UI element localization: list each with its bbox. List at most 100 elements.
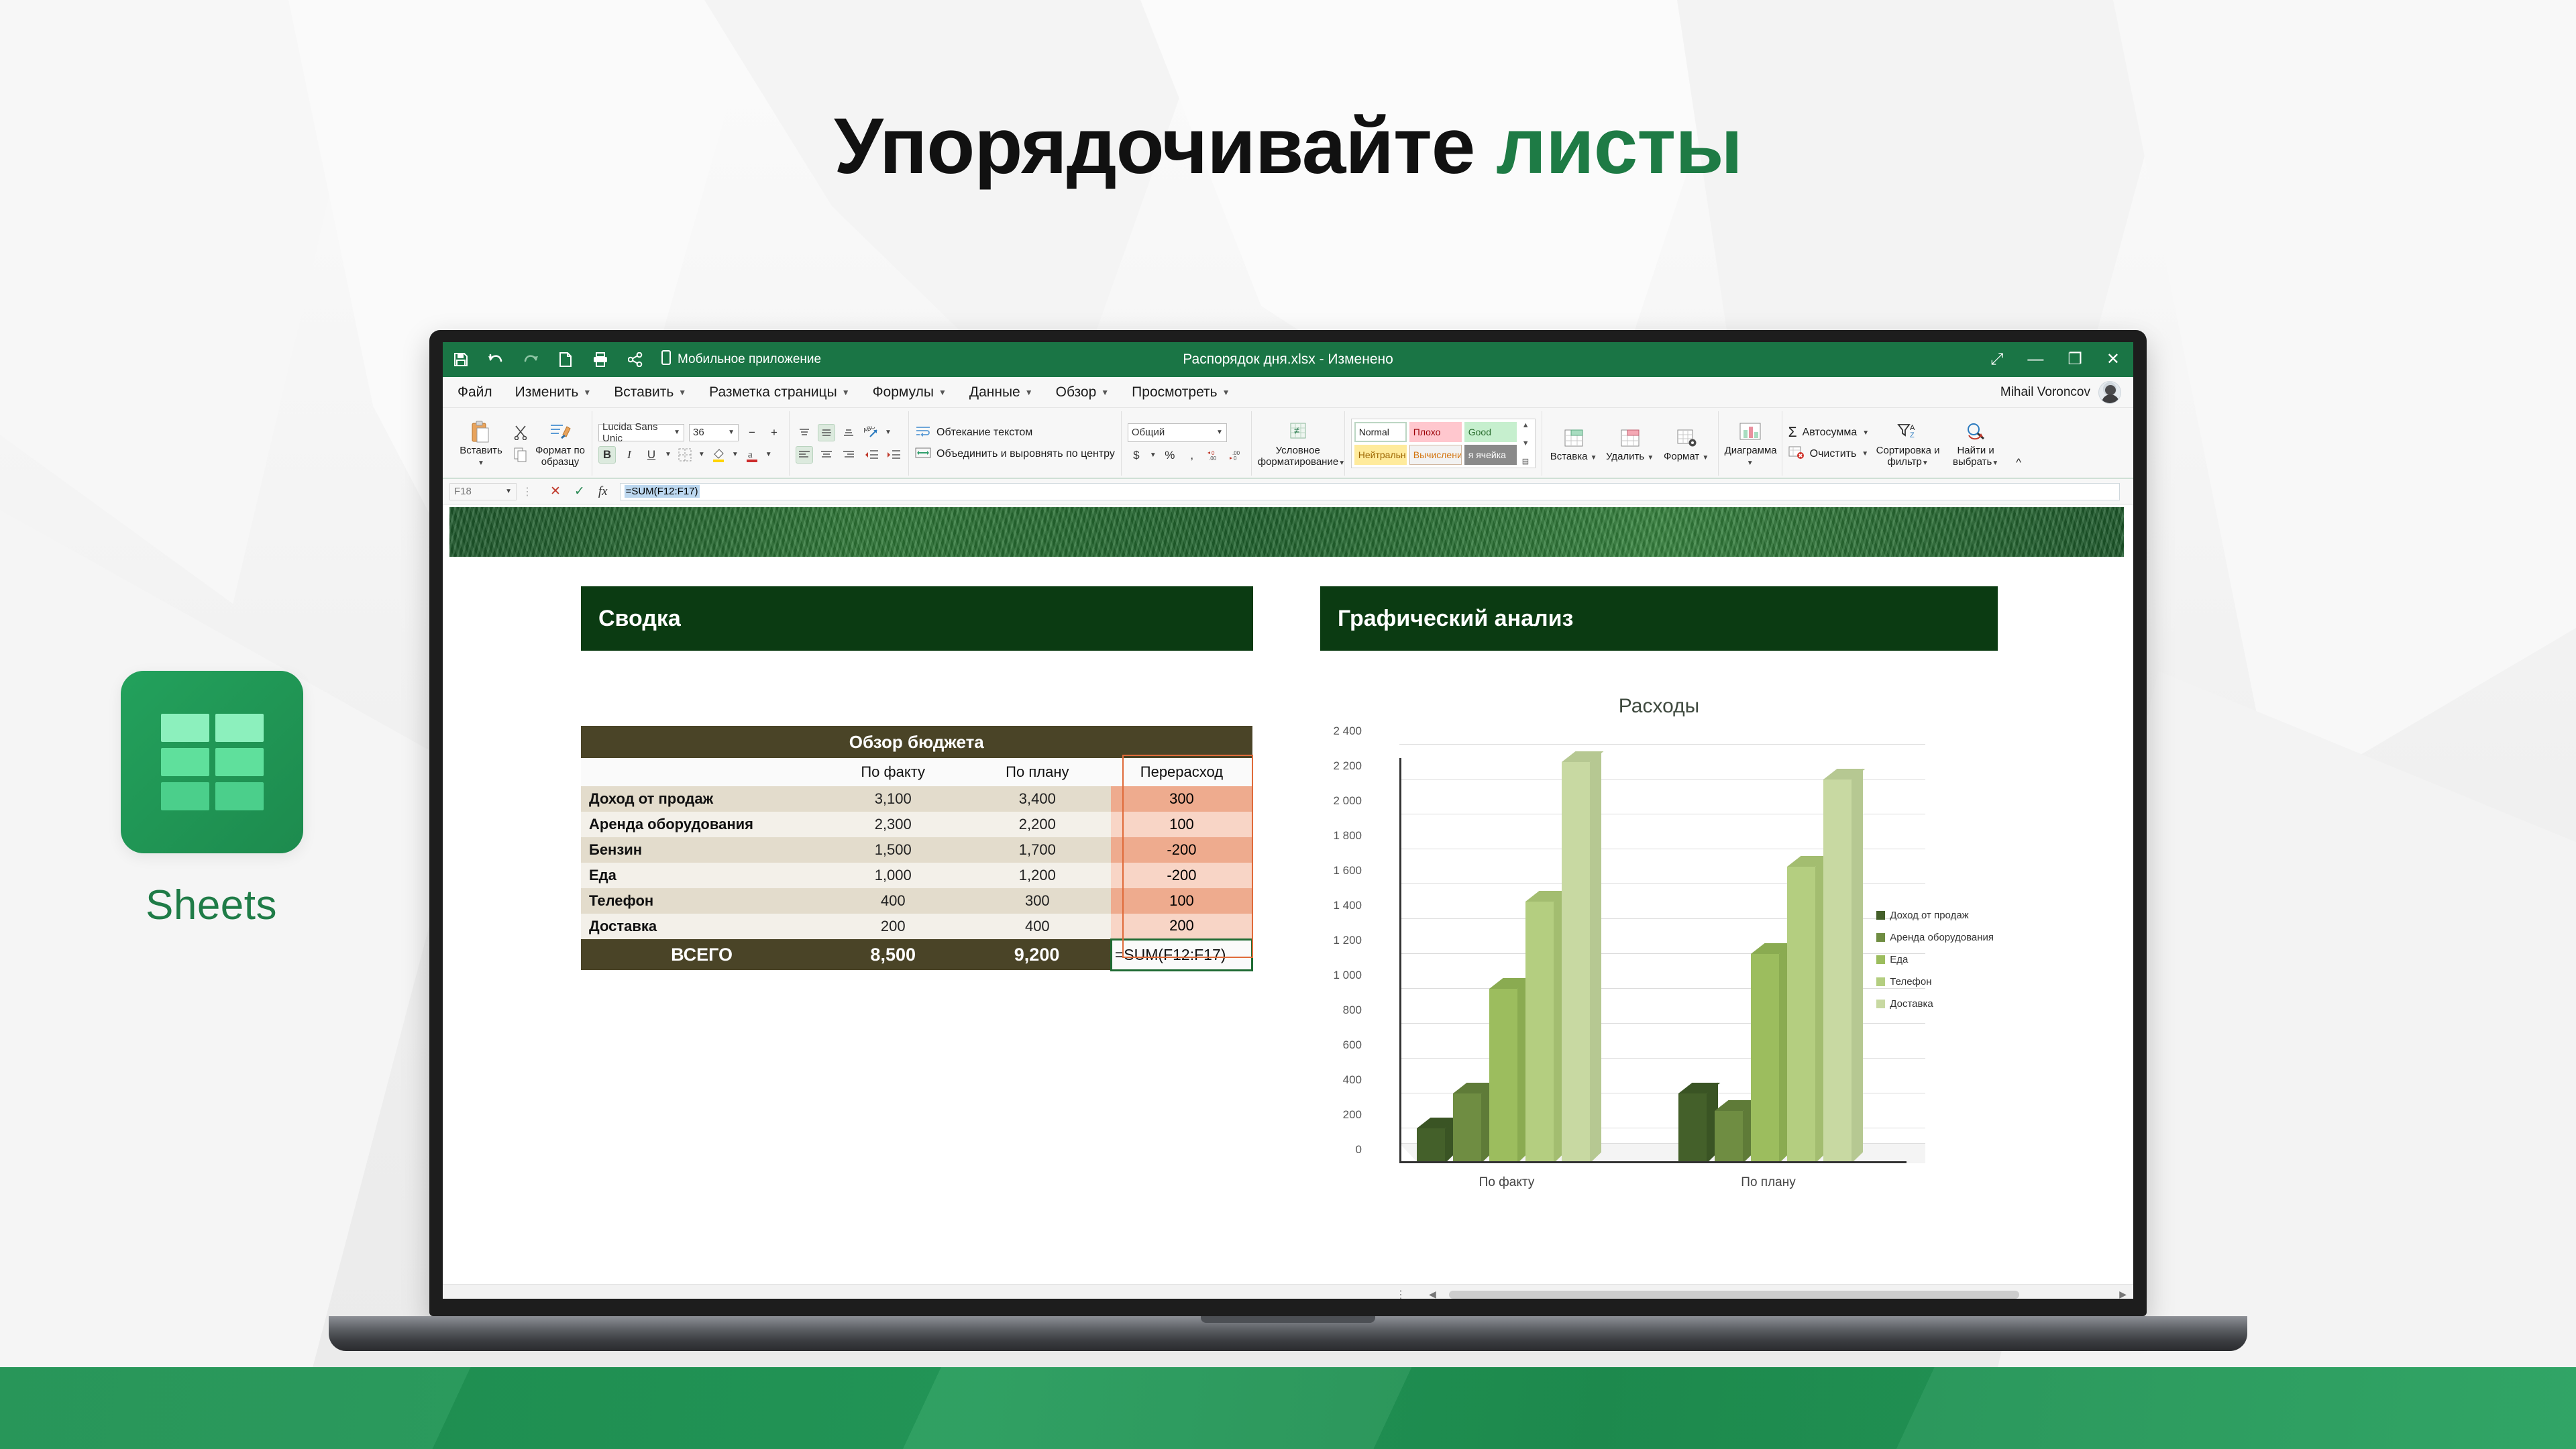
table-total-row[interactable]: ВСЕГО 8,500 9,200 =SUM(F12:F17) xyxy=(581,938,1254,971)
chevron-down-icon[interactable]: ▼ xyxy=(665,451,672,458)
chevron-down-icon[interactable]: ▼ xyxy=(732,451,739,458)
align-middle-icon[interactable] xyxy=(818,423,835,441)
menu-item-formulas[interactable]: Формулы ▼ xyxy=(873,384,947,400)
print-icon[interactable] xyxy=(592,351,609,368)
align-bottom-icon[interactable] xyxy=(840,424,857,441)
menu-item-data[interactable]: Данные ▼ xyxy=(969,384,1033,400)
font-color-icon[interactable]: a xyxy=(743,446,761,464)
menu-item-view[interactable]: Просмотреть ▼ xyxy=(1132,384,1230,400)
close-button[interactable]: ✕ xyxy=(2106,352,2120,368)
worksheet-area[interactable]: Сводка Графический анализ Обзор бюджета … xyxy=(443,504,2133,1284)
format-cells-button[interactable]: Формат ▼ xyxy=(1661,425,1712,463)
conditional-formatting-button[interactable]: ≠ Условное форматирование▼ xyxy=(1258,419,1345,468)
share-icon[interactable] xyxy=(627,351,644,368)
increase-font-size-button[interactable]: + xyxy=(765,424,783,441)
sort-filter-button[interactable]: AZ Сортировка и фильтр▼ xyxy=(1874,419,1941,468)
increase-indent-icon[interactable] xyxy=(885,446,902,464)
cancel-icon[interactable]: ✕ xyxy=(550,484,561,499)
wrap-text-button[interactable]: Обтекание текстом xyxy=(915,425,1115,441)
fill-color-icon[interactable] xyxy=(710,446,727,464)
italic-button[interactable]: I xyxy=(621,446,638,464)
split-handle[interactable]: ⋮ xyxy=(1395,1288,1407,1299)
cell-style-neutral[interactable]: Нейтрально xyxy=(1354,445,1407,465)
cell-style-bad[interactable]: Плохо xyxy=(1409,422,1462,442)
copy-icon[interactable] xyxy=(512,446,529,464)
fullscreen-button[interactable]: ⤢ xyxy=(1990,352,2003,368)
account-area[interactable]: Mihail Voroncov xyxy=(2000,380,2133,404)
chevron-down-icon[interactable]: ▼ xyxy=(698,451,705,458)
align-left-icon[interactable] xyxy=(796,445,813,464)
currency-format-button[interactable]: $ xyxy=(1128,447,1145,464)
align-right-icon[interactable] xyxy=(840,446,857,464)
mobile-app-button[interactable]: Мобильное приложение xyxy=(661,350,821,369)
collapse-ribbon-icon[interactable]: ^ xyxy=(2010,454,2027,472)
delete-cells-button[interactable]: Удалить ▼ xyxy=(1605,425,1656,463)
merge-center-button[interactable]: Объединить и выровнять по центру xyxy=(915,446,1115,463)
horizontal-scrollbar[interactable] xyxy=(1449,1290,2019,1299)
paste-button[interactable]: Вставить ▼ xyxy=(455,419,506,468)
fx-icon[interactable]: fx xyxy=(598,484,608,499)
chevron-down-icon[interactable]: ▼ xyxy=(1150,451,1157,459)
undo-icon[interactable] xyxy=(487,351,504,368)
format-painter-button[interactable]: Формат по образцу xyxy=(535,419,586,468)
table-row[interactable]: Доставка 200 400 200 xyxy=(581,914,1252,939)
table-row[interactable]: Доход от продаж 3,100 3,400 300 xyxy=(581,786,1252,812)
decrease-indent-icon[interactable] xyxy=(863,446,880,464)
horizontal-scroll-row[interactable]: ⋮ ◀ ▶ xyxy=(443,1284,2133,1299)
formula-bar-grip[interactable]: ⋮ xyxy=(517,485,538,498)
save-icon[interactable] xyxy=(452,351,470,368)
table-row[interactable]: Аренда оборудования 2,300 2,200 100 xyxy=(581,812,1252,837)
align-center-icon[interactable] xyxy=(818,446,835,464)
cell-style-check-cell[interactable]: я ячейка xyxy=(1464,445,1517,465)
chevron-down-icon[interactable]: ▼ xyxy=(765,451,772,458)
decrease-font-size-button[interactable]: − xyxy=(743,424,761,441)
cell-style-good[interactable]: Good xyxy=(1464,422,1517,442)
budget-table[interactable]: Обзор бюджета По факту По плану Перерасх… xyxy=(581,726,1254,971)
insert-cells-button[interactable]: Вставка ▼ xyxy=(1548,425,1599,463)
table-row[interactable]: Бензин 1,500 1,700 -200 xyxy=(581,837,1252,863)
increase-decimal-button[interactable]: .00 0 xyxy=(1228,447,1245,464)
avatar[interactable] xyxy=(2098,380,2121,404)
minimize-button[interactable]: — xyxy=(2027,352,2043,368)
table-row[interactable]: Телефон 400 300 100 xyxy=(581,888,1252,914)
styles-scroll-down-icon[interactable]: ▼ xyxy=(1522,439,1529,447)
menu-item-edit[interactable]: Изменить ▼ xyxy=(515,384,592,400)
menu-item-review[interactable]: Обзор ▼ xyxy=(1056,384,1110,400)
cut-icon[interactable] xyxy=(512,424,529,441)
styles-expand-icon[interactable]: ▤ xyxy=(1522,457,1529,466)
redo-icon[interactable] xyxy=(522,351,539,368)
cell-styles-gallery[interactable]: Normal Плохо Good Нейтрально Вычисление … xyxy=(1350,419,1536,468)
menu-item-page-layout[interactable]: Разметка страницы ▼ xyxy=(709,384,849,400)
table-row[interactable]: Еда 1,000 1,200 -200 xyxy=(581,863,1252,888)
new-doc-icon[interactable] xyxy=(557,351,574,368)
align-top-icon[interactable] xyxy=(796,424,813,441)
number-format-select[interactable]: Общий ▼ xyxy=(1127,423,1227,442)
decrease-decimal-button[interactable]: 0.00 xyxy=(1205,447,1223,464)
formula-input[interactable]: =SUM(F12:F17) xyxy=(619,482,2120,500)
restore-button[interactable]: ❐ xyxy=(2068,352,2082,368)
menu-item-file[interactable]: Файл xyxy=(458,384,492,400)
find-select-button[interactable]: Найти и выбрать▼ xyxy=(1947,419,2004,468)
styles-scroll-up-icon[interactable]: ▲ xyxy=(1522,421,1529,429)
scroll-right-icon[interactable]: ▶ xyxy=(2119,1289,2127,1299)
font-size-select[interactable]: 36 ▼ xyxy=(689,423,739,441)
text-orientation-icon[interactable]: ABC xyxy=(863,424,880,441)
cell-style-normal[interactable]: Normal xyxy=(1354,422,1407,442)
cell-style-calculation[interactable]: Вычисление xyxy=(1409,445,1462,465)
font-family-select[interactable]: Lucida Sans Unic ▼ xyxy=(598,421,684,444)
bold-button[interactable]: B xyxy=(598,445,616,464)
underline-button[interactable]: U xyxy=(643,446,660,464)
chart-button[interactable]: Диаграмма ▼ xyxy=(1725,419,1777,468)
scroll-left-icon[interactable]: ◀ xyxy=(1429,1289,1436,1299)
name-box[interactable]: F18 ▼ xyxy=(449,482,517,500)
percent-format-button[interactable]: % xyxy=(1161,447,1179,464)
clear-button[interactable]: Очистить ▼ xyxy=(1788,445,1869,462)
comma-format-button[interactable]: , xyxy=(1183,447,1201,464)
selected-cell-f18[interactable]: =SUM(F12:F17) xyxy=(1110,938,1254,971)
borders-icon[interactable] xyxy=(676,446,694,464)
chevron-down-icon[interactable]: ▼ xyxy=(885,429,892,436)
accept-icon[interactable]: ✓ xyxy=(574,484,585,499)
expenses-chart[interactable]: Расходы 0 200 400 600 800 1 000 1 200 1 … xyxy=(1320,688,1998,1238)
autosum-button[interactable]: Σ Автосумма ▼ xyxy=(1788,425,1869,441)
menu-item-insert[interactable]: Вставить ▼ xyxy=(614,384,686,400)
